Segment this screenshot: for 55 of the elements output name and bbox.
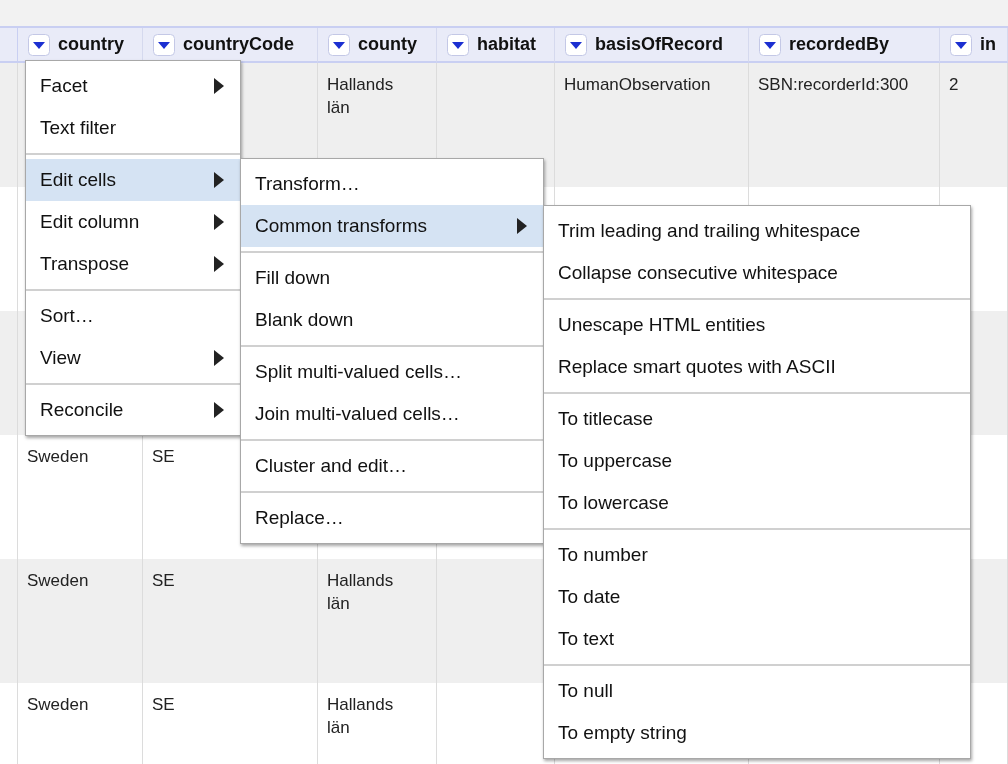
dropdown-icon[interactable] bbox=[565, 33, 587, 56]
menu-item[interactable]: Common transforms bbox=[241, 205, 543, 247]
menu-item[interactable]: View bbox=[26, 337, 240, 379]
menu-item[interactable]: Join multi-valued cells… bbox=[241, 393, 543, 435]
column-name[interactable]: basisOfRecord bbox=[595, 34, 724, 55]
menu-item[interactable]: To date bbox=[544, 576, 970, 618]
menu-item[interactable]: Edit cells bbox=[26, 159, 240, 201]
column-name[interactable]: in bbox=[980, 34, 996, 55]
menu-item[interactable]: Unescape HTML entities bbox=[544, 304, 970, 346]
dropdown-icon[interactable] bbox=[950, 33, 972, 56]
dropdown-icon[interactable] bbox=[328, 33, 350, 56]
column-name[interactable]: country bbox=[58, 34, 124, 55]
table-cell: 2 bbox=[940, 63, 1008, 187]
submenu-arrow-icon bbox=[214, 78, 224, 94]
column-name[interactable]: county bbox=[358, 34, 417, 55]
menu-item[interactable]: Sort… bbox=[26, 295, 240, 337]
menu-item[interactable]: To text bbox=[544, 618, 970, 660]
menu-item[interactable]: Transpose bbox=[26, 243, 240, 285]
dropdown-icon[interactable] bbox=[759, 33, 781, 56]
menu-item[interactable]: Trim leading and trailing whitespace bbox=[544, 210, 970, 252]
menu-item[interactable]: To uppercase bbox=[544, 440, 970, 482]
submenu-arrow-icon bbox=[517, 218, 527, 234]
column-name[interactable]: habitat bbox=[477, 34, 536, 55]
menu-item[interactable]: To null bbox=[544, 670, 970, 712]
menu-item[interactable]: Facet bbox=[26, 65, 240, 107]
menu-item[interactable]: Reconcile bbox=[26, 389, 240, 431]
dropdown-icon[interactable] bbox=[447, 33, 469, 56]
dropdown-icon[interactable] bbox=[153, 33, 175, 56]
table-cell: SBN:recorderId:300 bbox=[749, 63, 940, 187]
submenu-arrow-icon bbox=[214, 172, 224, 188]
submenu-arrow-icon bbox=[214, 256, 224, 272]
table-cell: Hallands län bbox=[318, 559, 437, 683]
table-cell: Hallands län bbox=[318, 683, 437, 764]
table-cell: Sweden bbox=[18, 683, 143, 764]
submenu-arrow-icon bbox=[214, 402, 224, 418]
table-cell: HumanObservation bbox=[555, 63, 749, 187]
menu-item[interactable]: Split multi-valued cells… bbox=[241, 351, 543, 393]
menu-item[interactable]: Text filter bbox=[26, 107, 240, 149]
menu-item[interactable]: Replace smart quotes with ASCII bbox=[544, 346, 970, 388]
submenu-arrow-icon bbox=[214, 214, 224, 230]
column-name[interactable]: countryCode bbox=[183, 34, 294, 55]
menu-item[interactable]: Blank down bbox=[241, 299, 543, 341]
dropdown-icon[interactable] bbox=[28, 33, 50, 56]
menu-item[interactable]: To lowercase bbox=[544, 482, 970, 524]
menu-item[interactable]: To titlecase bbox=[544, 398, 970, 440]
table-cell: SE bbox=[143, 683, 318, 764]
menu-item[interactable]: To number bbox=[544, 534, 970, 576]
menu-item[interactable]: Edit column bbox=[26, 201, 240, 243]
column-name[interactable]: recordedBy bbox=[789, 34, 890, 55]
menu-item[interactable]: To empty string bbox=[544, 712, 970, 754]
menu-item[interactable]: Collapse consecutive whitespace bbox=[544, 252, 970, 294]
table-cell: Sweden bbox=[18, 559, 143, 683]
table-cell: SE bbox=[143, 559, 318, 683]
submenu-arrow-icon bbox=[214, 350, 224, 366]
menu-item[interactable]: Fill down bbox=[241, 257, 543, 299]
